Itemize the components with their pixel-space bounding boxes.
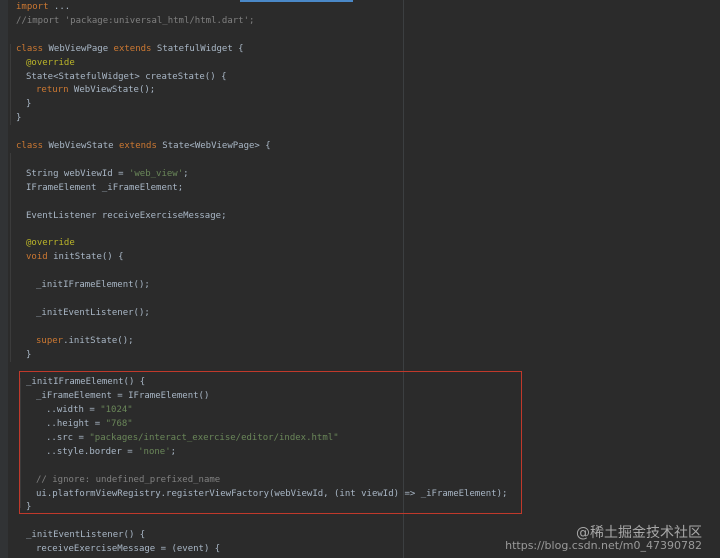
code-line: @override	[26, 57, 75, 70]
code-line: return WebViewState();	[36, 84, 155, 97]
code-token: extends	[113, 43, 152, 54]
code-line: EventListener receiveExerciseMessage;	[26, 210, 226, 223]
indent-guide	[10, 44, 11, 125]
code-token: 'web_view'	[128, 168, 184, 179]
code-line: }	[26, 98, 31, 111]
code-token: @override	[26, 238, 75, 249]
code-token: EventListener receiveExerciseMessage;	[26, 210, 227, 221]
code-token: //import 'package:universal_html/html.da…	[16, 15, 255, 26]
editor-gutter	[0, 0, 8, 558]
code-token: }	[26, 99, 32, 110]
code-line: State<StatefulWidget> createState() {	[26, 71, 226, 84]
code-token: initState() {	[47, 252, 124, 263]
code-line: import ...	[16, 1, 70, 14]
code-line: }	[26, 349, 31, 362]
code-token: WebViewState	[43, 141, 119, 151]
code-line: receiveExerciseMessage = (event) {	[36, 543, 220, 556]
code-line: _initEventListener();	[36, 307, 150, 320]
code-token: _initEventListener() {	[26, 530, 146, 541]
scroll-accent	[240, 0, 353, 2]
code-token: extends	[118, 141, 157, 151]
code-token: State<StatefulWidget> createState() {	[26, 71, 227, 82]
code-line: void initState() {	[26, 251, 124, 264]
code-token: WebViewPage	[43, 43, 114, 54]
code-line: class WebViewPage extends StatefulWidget…	[16, 43, 244, 56]
code-line: _initIFrameElement();	[36, 279, 150, 292]
code-token: @override	[26, 57, 75, 68]
watermark-url: https://blog.csdn.net/m0_47390782	[505, 539, 702, 552]
code-token: IFrameElement _iFrameElement;	[26, 182, 184, 193]
code-editor[interactable]: import ...//import 'package:universal_ht…	[0, 0, 720, 558]
code-token: WebViewState();	[68, 85, 156, 96]
code-token: import	[16, 2, 49, 12]
code-line: super.initState();	[36, 335, 134, 348]
highlight-box	[19, 371, 522, 514]
code-token: ...	[48, 2, 71, 12]
code-token: String webViewId =	[26, 168, 129, 179]
code-token: return	[36, 85, 69, 96]
code-token: _initIFrameElement();	[36, 280, 150, 290]
code-line: class WebViewState extends State<WebView…	[16, 140, 271, 153]
code-token: .initState();	[63, 335, 134, 346]
code-token: StatefulWidget {	[151, 43, 244, 54]
code-token: }	[26, 349, 32, 360]
code-token: }	[16, 113, 22, 124]
code-token: _initEventListener();	[36, 307, 150, 318]
code-token: class	[16, 141, 44, 151]
indent-guide	[10, 153, 11, 362]
code-token: receiveExerciseMessage = (event) {	[36, 544, 221, 555]
code-token: void	[26, 252, 48, 263]
code-line: //import 'package:universal_html/html.da…	[16, 15, 254, 28]
code-token: State<WebViewPage> {	[156, 141, 271, 151]
code-token: super	[36, 335, 64, 346]
code-token: ;	[183, 168, 189, 179]
code-line: }	[16, 112, 21, 125]
code-token: class	[16, 43, 44, 54]
code-line: @override	[26, 237, 75, 250]
code-line: String webViewId = 'web_view';	[26, 168, 189, 181]
code-line: _initEventListener() {	[26, 529, 145, 542]
code-line: IFrameElement _iFrameElement;	[26, 182, 183, 195]
